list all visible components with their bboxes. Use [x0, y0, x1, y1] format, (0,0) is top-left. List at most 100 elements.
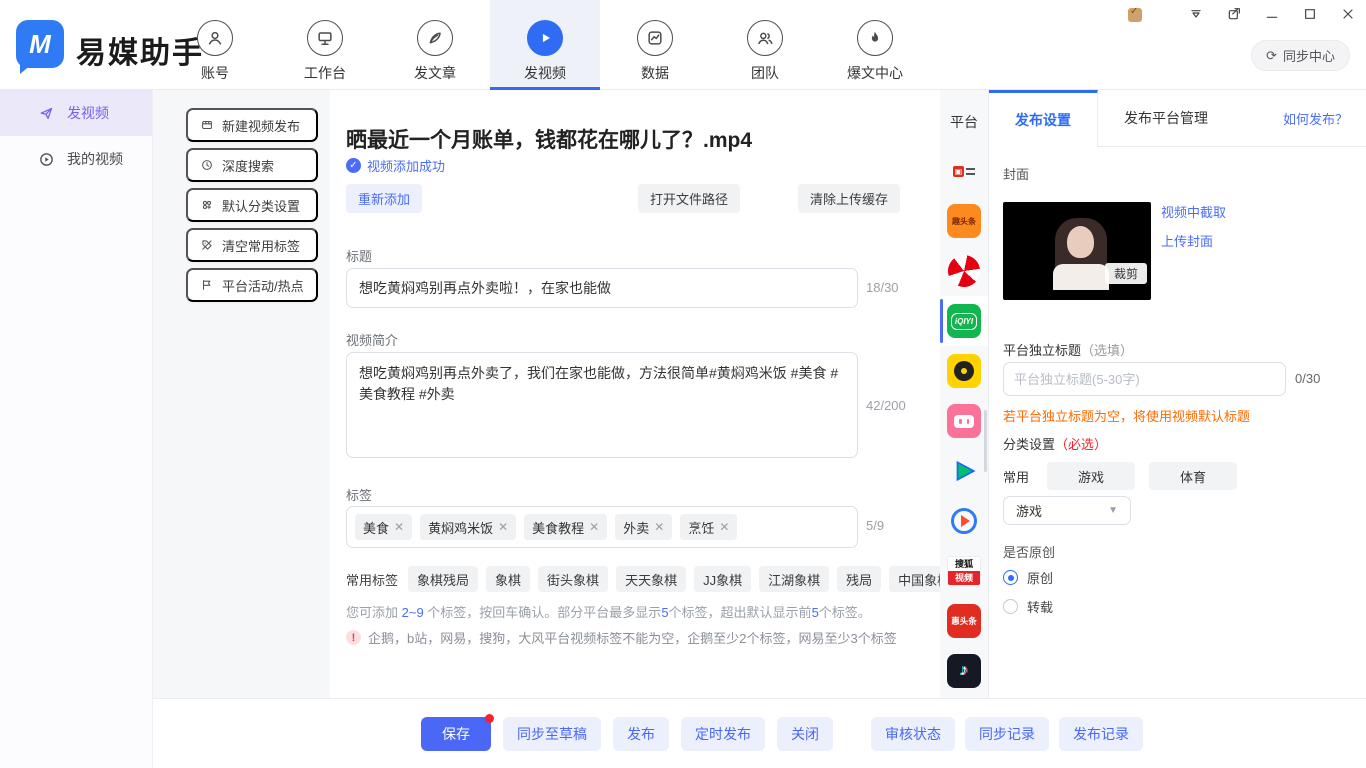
nav-item-账号[interactable]: 账号 [160, 0, 270, 90]
right-panel-tabs: 发布设置发布平台管理 如何发布？ [989, 90, 1366, 147]
radio-转载[interactable]: 转载 [1003, 597, 1053, 616]
tab-发布平台管理[interactable]: 发布平台管理 [1098, 90, 1234, 147]
tab-发布设置[interactable]: 发布设置 [989, 90, 1098, 147]
collapse-window-icon[interactable] [1188, 6, 1204, 22]
platform-rail: 平台 ▣趣头条iQIYI搜狐视频惠头条♪Oo [940, 90, 988, 698]
sync-center-button[interactable]: ⟳ 同步中心 [1251, 40, 1350, 71]
platform-scrollbar[interactable] [984, 410, 987, 472]
platform-icon-iqiyi[interactable]: iQIYI [940, 296, 988, 346]
cover-thumbnail[interactable]: 裁剪 [1003, 202, 1151, 300]
platform-icon-xigua-video[interactable] [940, 496, 988, 546]
bottom-button-定时发布[interactable]: 定时发布 [681, 717, 765, 751]
chart-icon [637, 20, 673, 56]
refresh-icon: ⟳ [1266, 48, 1277, 64]
description-counter: 42/200 [866, 398, 906, 413]
platform-icon-tencent-video[interactable] [940, 446, 988, 496]
minimize-window-icon[interactable] [1264, 6, 1280, 22]
common-tag-象棋残局[interactable]: 象棋残局 [408, 566, 478, 592]
bottom-button-发布记录[interactable]: 发布记录 [1059, 717, 1143, 751]
common-tag-街头象棋[interactable]: 街头象棋 [538, 566, 608, 592]
platform-icon-record-disc[interactable] [940, 346, 988, 396]
top-nav: 账号工作台发文章发视频数据团队爆文中心 [160, 0, 930, 90]
nav-item-数据[interactable]: 数据 [600, 0, 710, 90]
user-icon [197, 20, 233, 56]
nav-item-发文章[interactable]: 发文章 [380, 0, 490, 90]
action-button-清空常用标签[interactable]: 清空常用标签 [186, 228, 318, 262]
original-label: 是否原创 [1003, 542, 1055, 561]
action-button-深度搜索[interactable]: 深度搜索 [186, 148, 318, 182]
nav-item-发视频[interactable]: 发视频 [490, 0, 600, 90]
grid-icon [200, 198, 214, 212]
platform-icon-sohu-video[interactable]: 搜狐视频 [940, 546, 988, 596]
tags-counter: 5/9 [866, 518, 884, 533]
common-tag-象棋[interactable]: 象棋 [486, 566, 530, 592]
bottom-button-同步记录[interactable]: 同步记录 [965, 717, 1049, 751]
action-button-默认分类设置[interactable]: 默认分类设置 [186, 188, 318, 222]
platform-icon-huitoutiao[interactable]: 惠头条 [940, 596, 988, 646]
open-file-path-button[interactable]: 打开文件路径 [638, 184, 740, 213]
nav-item-团队[interactable]: 团队 [710, 0, 820, 90]
action-button-新建视频发布[interactable]: 新建视频发布 [186, 108, 318, 142]
maximize-window-icon[interactable] [1302, 6, 1318, 22]
common-tag-江湖象棋[interactable]: 江湖象棋 [759, 566, 829, 592]
common-tag-天天象棋[interactable]: 天天象棋 [616, 566, 686, 592]
nav-item-工作台[interactable]: 工作台 [270, 0, 380, 90]
category-common-row: 常用 游戏体育 [1003, 462, 1237, 490]
tags-label: 标签 [346, 485, 372, 504]
close-window-icon[interactable] [1340, 6, 1356, 22]
bottom-button-审核状态[interactable]: 审核状态 [871, 717, 955, 751]
bottom-left-buttons: 保存 同步至草稿发布定时发布关闭 [421, 717, 833, 751]
sidebar-item-发视频[interactable]: 发视频 [0, 90, 152, 136]
bottom-button-关闭[interactable]: 关闭 [777, 717, 833, 751]
save-button[interactable]: 保存 [421, 717, 491, 751]
independent-title-label: 平台独立标题（选填） [1003, 340, 1133, 359]
title-input[interactable] [346, 268, 858, 308]
nav-item-爆文中心[interactable]: 爆文中心 [820, 0, 930, 90]
readd-video-button[interactable]: 重新添加 [346, 184, 422, 213]
remove-tag-icon[interactable]: ✕ [394, 520, 404, 534]
independent-title-input[interactable] [1003, 362, 1286, 396]
platform-icon-bilibili[interactable] [940, 396, 988, 446]
radio-dot-icon [1003, 570, 1018, 585]
crop-button[interactable]: 裁剪 [1105, 263, 1147, 284]
remove-tag-icon[interactable]: ✕ [719, 520, 729, 534]
sidebar-item-我的视频[interactable]: 我的视频 [0, 136, 152, 182]
radio-原创[interactable]: 原创 [1003, 568, 1053, 587]
common-tag-残局[interactable]: 残局 [837, 566, 881, 592]
bottom-button-发布[interactable]: 发布 [613, 717, 669, 751]
platform-icon-douyin[interactable]: ♪ [940, 646, 988, 696]
unsaved-badge [485, 714, 494, 723]
category-select[interactable]: 游戏 ▼ [1003, 496, 1131, 525]
video-play-icon [527, 20, 563, 56]
flag-icon [200, 278, 214, 292]
remove-tag-icon[interactable]: ✕ [654, 520, 664, 534]
upload-status: ✓ 视频添加成功 [346, 156, 445, 175]
app-header: M 易媒助手 账号工作台发文章发视频数据团队爆文中心 ⟳ 同步中心 [0, 0, 1366, 90]
clear-upload-cache-button[interactable]: 清除上传缓存 [798, 184, 900, 213]
common-tag-中国象棋[interactable]: 中国象棋 [889, 566, 940, 592]
tray-plugin-icon[interactable] [1128, 8, 1142, 22]
category-option-体育[interactable]: 体育 [1149, 462, 1237, 490]
exclamation-icon: ! [346, 630, 361, 645]
remove-tag-icon[interactable]: ✕ [498, 520, 508, 534]
tags-input-box[interactable]: 美食✕黄焖鸡米饭✕美食教程✕外卖✕烹饪✕ [346, 506, 858, 548]
platform-icon-qutoutiao[interactable]: 趣头条 [940, 196, 988, 246]
category-option-游戏[interactable]: 游戏 [1047, 462, 1135, 490]
tags-hint-text: 您可添加 2~9 个标签，按回车确认。部分平台最多显示5个标签，超出默认显示前5… [346, 602, 871, 621]
tags-warning: ! 企鹅，b站，网易，搜狗，大风平台视频标签不能为空，企鹅至少2个标签，网易至少… [346, 628, 897, 647]
how-to-publish-link[interactable]: 如何发布？ [1283, 109, 1348, 128]
common-tag-JJ象棋[interactable]: JJ象棋 [694, 566, 751, 592]
independent-title-counter: 0/30 [1295, 371, 1320, 386]
platform-icon-mini-badge[interactable]: ▣ [940, 146, 988, 196]
upload-cover-link[interactable]: 上传封面 [1161, 231, 1213, 250]
feedback-window-icon[interactable] [1226, 6, 1242, 22]
workbench-icon [307, 20, 343, 56]
bottom-button-同步至草稿[interactable]: 同步至草稿 [503, 717, 601, 751]
tag-chip: 外卖✕ [615, 514, 672, 540]
capture-from-video-link[interactable]: 视频中截取 [1161, 202, 1226, 221]
action-button-平台活动/热点[interactable]: 平台活动/热点 [186, 268, 318, 302]
platform-icon-ifeng[interactable] [940, 246, 988, 296]
description-textarea[interactable]: 想吃黄焖鸡别再点外卖了，我们在家也能做，方法很简单#黄焖鸡米饭 #美食 #美食教… [346, 352, 858, 458]
remove-tag-icon[interactable]: ✕ [589, 520, 599, 534]
flame-icon [857, 20, 893, 56]
